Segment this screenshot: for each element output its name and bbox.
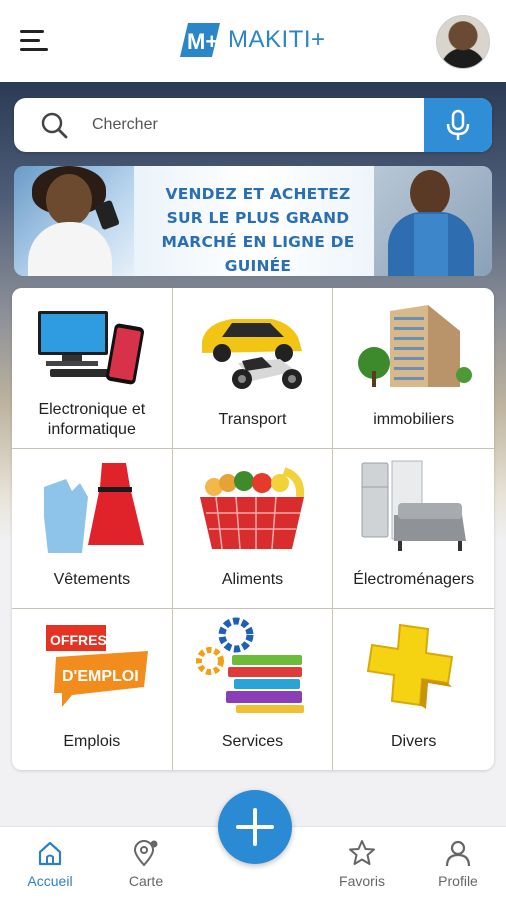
nav-accueil[interactable]: Accueil: [14, 827, 86, 900]
building-icon: [357, 305, 472, 387]
category-label: immobiliers: [373, 410, 455, 428]
category-emplois[interactable]: OFFRES D'EMPLOI Emplois: [12, 609, 173, 770]
hamburger-menu-icon[interactable]: [20, 30, 48, 54]
svg-text:OFFRES: OFFRES: [50, 632, 107, 648]
banner-woman-image: [14, 166, 134, 276]
category-divers[interactable]: Divers: [333, 609, 494, 770]
search-bar: [14, 98, 492, 152]
banner-headline: VENDEZ ET ACHETEZ SUR LE PLUS GRAND MARC…: [138, 182, 378, 276]
app-header: M+ MAKITI+: [0, 0, 506, 82]
banner-line-3: MARCHÉ EN LIGNE DE GUINÉE: [161, 233, 355, 275]
nav-label: Accueil: [27, 873, 73, 889]
category-aliments[interactable]: Aliments: [172, 448, 334, 610]
fridge-sofa-icon: [361, 460, 466, 551]
promo-banner[interactable]: VENDEZ ET ACHETEZ SUR LE PLUS GRAND MARC…: [14, 166, 492, 276]
logo-text: MAKITI+: [228, 26, 326, 53]
yellow-plus-icon: [366, 624, 453, 710]
nav-profile[interactable]: Profile: [422, 827, 494, 900]
category-label: Electronique et informatique: [38, 400, 146, 438]
nav-label: Favoris: [339, 873, 385, 889]
computer-phone-icon: [37, 311, 144, 385]
category-services[interactable]: Services: [172, 609, 334, 770]
search-icon[interactable]: [40, 111, 68, 139]
clothes-icon: [43, 462, 144, 553]
nav-label: Carte: [128, 873, 164, 889]
voice-search-button[interactable]: [424, 98, 492, 152]
map-pin-icon: [133, 840, 158, 867]
logo-mark-icon: M+: [180, 23, 220, 57]
category-grid: Electronique et informatique Transport i…: [12, 288, 494, 770]
svg-text:M+: M+: [187, 29, 218, 54]
add-listing-button[interactable]: [218, 790, 292, 864]
category-vetements[interactable]: Vêtements: [12, 448, 173, 610]
banner-line-2: SUR LE PLUS GRAND: [166, 209, 350, 227]
category-label: Électroménagers: [353, 571, 475, 589]
category-label: Aliments: [221, 571, 284, 589]
svg-text:D'EMPLOI: D'EMPLOI: [62, 668, 139, 685]
person-icon: [445, 840, 471, 867]
category-label: Vêtements: [53, 571, 131, 589]
nav-favoris[interactable]: Favoris: [326, 827, 398, 900]
category-electronique[interactable]: Electronique et informatique: [12, 288, 173, 449]
home-icon: [38, 841, 62, 866]
category-immobiliers[interactable]: immobiliers: [333, 288, 494, 449]
nav-label: Profile: [438, 873, 478, 889]
category-label: Transport: [218, 410, 287, 428]
books-gears-icon: [196, 617, 305, 714]
banner-line-1: VENDEZ ET ACHETEZ: [165, 185, 351, 203]
category-label: Emplois: [63, 733, 121, 750]
category-transport[interactable]: Transport: [172, 288, 334, 449]
app-logo: M+ MAKITI+: [176, 18, 326, 62]
car-motorbike-icon: [202, 319, 303, 389]
category-label: Divers: [390, 733, 437, 750]
banner-man-image: [374, 166, 492, 276]
category-label: Services: [221, 733, 284, 750]
category-electromenagers[interactable]: Électroménagers: [333, 448, 494, 610]
star-icon: [349, 840, 375, 865]
user-avatar[interactable]: [436, 15, 490, 69]
microphone-icon: [446, 109, 470, 140]
search-input[interactable]: [78, 98, 418, 152]
grocery-basket-icon: [200, 466, 305, 549]
nav-carte[interactable]: Carte: [110, 827, 182, 900]
job-offers-icon: OFFRES D'EMPLOI: [45, 625, 148, 708]
